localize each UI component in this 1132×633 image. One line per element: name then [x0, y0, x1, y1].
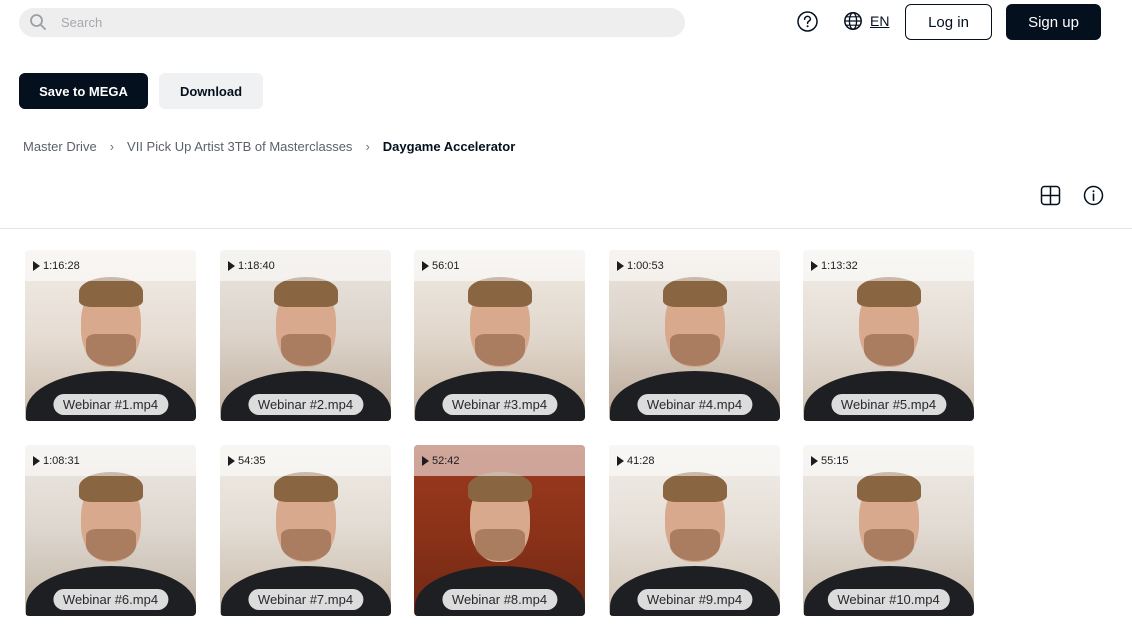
file-name: Webinar #2.mp4 — [247, 394, 364, 415]
signup-button[interactable]: Sign up — [1006, 4, 1101, 40]
video-duration: 1:16:28 — [33, 260, 80, 272]
play-icon — [33, 261, 40, 271]
video-duration: 1:08:31 — [33, 455, 80, 467]
grid-view-icon[interactable] — [1040, 185, 1061, 206]
file-name: Webinar #10.mp4 — [827, 589, 950, 610]
file-tile[interactable]: 1:08:31 Webinar #6.mp4 — [25, 445, 196, 616]
file-tile[interactable]: 54:35 Webinar #7.mp4 — [220, 445, 391, 616]
search-icon — [30, 14, 46, 30]
thumbnail-hair — [662, 472, 727, 502]
thumbnail-beard — [669, 334, 720, 366]
thumbnail-beard — [863, 529, 914, 561]
thumbnail-beard — [474, 334, 525, 366]
search-input[interactable] — [61, 8, 661, 37]
thumbnail-beard — [863, 334, 914, 366]
login-button[interactable]: Log in — [905, 4, 992, 40]
file-tile[interactable]: 56:01 Webinar #3.mp4 — [414, 250, 585, 421]
language-code: EN — [870, 13, 890, 29]
play-icon — [811, 261, 818, 271]
thumbnail-beard — [474, 529, 525, 561]
thumbnail-hair — [78, 472, 143, 502]
question-circle-icon[interactable] — [796, 10, 819, 33]
thumbnail-hair — [467, 472, 532, 502]
file-tile[interactable]: 55:15 Webinar #10.mp4 — [803, 445, 974, 616]
duration-text: 54:35 — [238, 455, 266, 467]
file-name: Webinar #5.mp4 — [830, 394, 947, 415]
file-tile[interactable]: 1:16:28 Webinar #1.mp4 — [25, 250, 196, 421]
video-duration: 1:00:53 — [617, 260, 664, 272]
thumbnail-beard — [669, 529, 720, 561]
duration-text: 1:16:28 — [43, 260, 80, 272]
thumbnail-hair — [662, 277, 727, 307]
file-name: Webinar #3.mp4 — [441, 394, 558, 415]
thumbnail-hair — [273, 472, 338, 502]
thumbnail-hair — [856, 277, 921, 307]
chevron-right-icon: › — [109, 139, 115, 154]
thumbnail-beard — [85, 334, 136, 366]
play-icon — [617, 456, 624, 466]
thumbnail-hair — [467, 277, 532, 307]
video-duration: 56:01 — [422, 260, 460, 272]
file-name: Webinar #9.mp4 — [636, 589, 753, 610]
file-tile[interactable]: 1:13:32 Webinar #5.mp4 — [803, 250, 974, 421]
play-icon — [33, 456, 40, 466]
chevron-right-icon: › — [365, 139, 370, 154]
play-icon — [617, 261, 624, 271]
file-tile[interactable]: 1:18:40 Webinar #2.mp4 — [220, 250, 391, 421]
file-name: Webinar #7.mp4 — [247, 589, 364, 610]
divider — [0, 228, 1132, 229]
duration-text: 1:00:53 — [627, 260, 664, 272]
breadcrumb-item[interactable]: Master Drive — [23, 139, 97, 154]
duration-text: 1:18:40 — [238, 260, 275, 272]
info-icon[interactable] — [1083, 185, 1104, 206]
search-bar[interactable] — [19, 8, 685, 37]
play-icon — [228, 261, 235, 271]
duration-text: 41:28 — [627, 455, 655, 467]
file-name: Webinar #8.mp4 — [441, 589, 558, 610]
thumbnail-hair — [856, 472, 921, 502]
play-icon — [811, 456, 818, 466]
video-duration: 54:35 — [228, 455, 266, 467]
video-duration: 55:15 — [811, 455, 849, 467]
thumbnail-beard — [85, 529, 136, 561]
file-tile[interactable]: 41:28 Webinar #9.mp4 — [609, 445, 780, 616]
breadcrumb-current: Daygame Accelerator — [382, 139, 516, 154]
file-name: Webinar #6.mp4 — [52, 589, 169, 610]
thumbnail-beard — [280, 529, 331, 561]
thumbnail-hair — [273, 277, 338, 307]
duration-text: 1:08:31 — [43, 455, 80, 467]
download-button[interactable]: Download — [159, 73, 263, 109]
language-selector[interactable]: EN — [843, 11, 889, 31]
file-tile[interactable]: 1:00:53 Webinar #4.mp4 — [609, 250, 780, 421]
breadcrumb-item[interactable]: VII Pick Up Artist 3TB of Masterclasses — [127, 139, 352, 154]
breadcrumb: Master Drive › VII Pick Up Artist 3TB of… — [23, 139, 515, 154]
play-icon — [422, 456, 429, 466]
play-icon — [228, 456, 235, 466]
save-to-mega-button[interactable]: Save to MEGA — [19, 73, 148, 109]
file-name: Webinar #1.mp4 — [52, 394, 169, 415]
globe-icon — [844, 12, 862, 30]
duration-text: 52:42 — [432, 455, 460, 467]
thumbnail-hair — [78, 277, 143, 307]
file-name: Webinar #4.mp4 — [636, 394, 753, 415]
video-duration: 1:18:40 — [228, 260, 275, 272]
file-tile[interactable]: 52:42 Webinar #8.mp4 — [414, 445, 585, 616]
video-duration: 52:42 — [422, 455, 460, 467]
video-duration: 1:13:32 — [811, 260, 858, 272]
duration-text: 1:13:32 — [821, 260, 858, 272]
thumbnail-beard — [280, 334, 331, 366]
duration-text: 56:01 — [432, 260, 460, 272]
play-icon — [422, 261, 429, 271]
video-duration: 41:28 — [617, 455, 655, 467]
duration-text: 55:15 — [821, 455, 849, 467]
